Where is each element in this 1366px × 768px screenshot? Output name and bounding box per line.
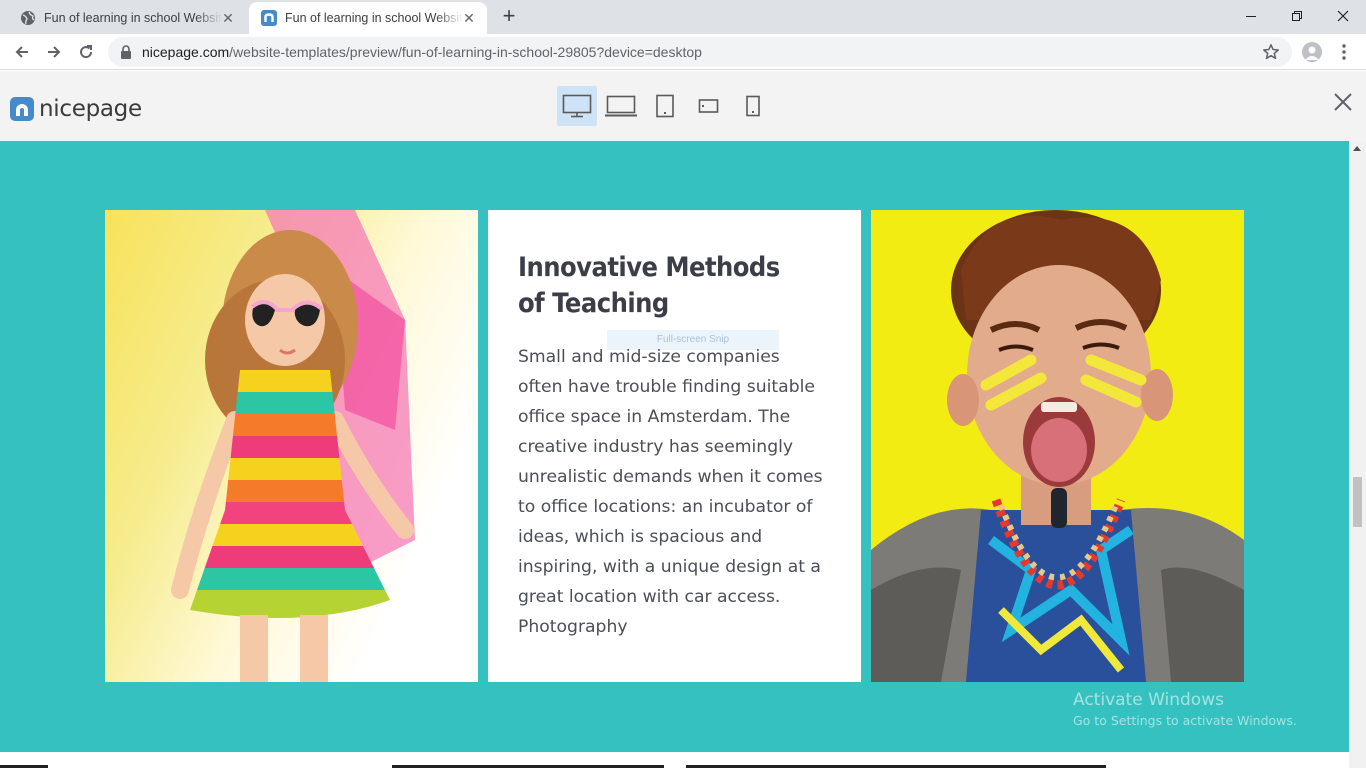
address-bar[interactable]: nicepage.com/website-templates/preview/f… [108, 37, 1292, 67]
device-phone-landscape-button[interactable] [689, 86, 729, 126]
restore-icon [1292, 11, 1302, 21]
section-caption: Photography [518, 617, 628, 637]
nicepage-logo[interactable]: nicepage [10, 96, 142, 122]
desktop-icon [562, 94, 592, 118]
more-menu-icon[interactable] [1336, 42, 1352, 62]
phone-landscape-icon [698, 99, 719, 113]
reload-icon [80, 45, 93, 59]
heading-line-1: Innovative Methods [518, 252, 780, 283]
bottom-strip [0, 752, 1349, 768]
scrollbar-thumb[interactable] [1353, 477, 1362, 527]
boy-photo [871, 210, 1244, 682]
restore-button[interactable] [1274, 0, 1320, 32]
boy-illustration [871, 210, 1244, 682]
section-heading: Innovative Methods of Teaching [518, 250, 806, 322]
bookmark-star-icon[interactable] [1262, 43, 1280, 61]
girl-illustration [171, 210, 415, 682]
watermark-line-2: Go to Settings to activate Windows. [1073, 713, 1297, 728]
user-icon [1305, 46, 1319, 60]
section-body-text: Small and mid-size companies often have … [518, 347, 823, 607]
close-icon [1337, 10, 1349, 22]
watermark-line-1: Activate Windows [1073, 690, 1224, 710]
close-window-button[interactable] [1320, 0, 1366, 32]
url-text: nicepage.com/website-templates/preview/f… [142, 44, 702, 60]
girl-photo [105, 210, 478, 682]
tab-title: Fun of learning in school Website [44, 11, 222, 25]
preview-header: nicepage [0, 71, 1366, 141]
new-tab-button[interactable]: + [497, 5, 521, 29]
device-desktop-button[interactable] [557, 86, 597, 126]
device-laptop-button[interactable] [601, 86, 641, 126]
profile-avatar[interactable] [1302, 42, 1322, 62]
scroll-up-arrow-icon[interactable] [1353, 146, 1361, 151]
lock-icon [121, 45, 131, 59]
logo-text: nicepage [39, 96, 142, 122]
browser-toolbar: nicepage.com/website-templates/preview/f… [0, 34, 1366, 70]
minimize-button[interactable] [1228, 0, 1274, 32]
tab-strip: Fun of learning in school Website ✕ Fun … [0, 0, 1366, 34]
forward-button[interactable] [41, 39, 67, 65]
arrow-right-icon [48, 46, 61, 58]
tab-close-icon[interactable]: ✕ [220, 10, 236, 26]
arrow-left-icon [15, 46, 28, 58]
device-tablet-button[interactable] [645, 86, 685, 126]
minimize-icon [1246, 16, 1256, 17]
page-scrollbar[interactable] [1349, 141, 1366, 768]
template-preview: Innovative Methods of Teaching Full-scre… [0, 141, 1349, 752]
browser-tab-1[interactable]: Fun of learning in school Website ✕ [8, 2, 246, 34]
text-card: Innovative Methods of Teaching Full-scre… [488, 210, 861, 682]
heading-line-2: of Teaching [518, 288, 669, 319]
close-preview-icon[interactable] [1331, 90, 1355, 114]
nicepage-favicon-icon [261, 10, 277, 26]
laptop-icon [605, 95, 637, 117]
reload-button[interactable] [73, 39, 99, 65]
back-button[interactable] [9, 39, 35, 65]
nicepage-logo-icon [10, 97, 34, 121]
url-path: /website-templates/preview/fun-of-learni… [229, 44, 702, 60]
globe-icon [21, 11, 35, 25]
phone-icon [746, 95, 760, 117]
device-phone-button[interactable] [733, 86, 773, 126]
activate-windows-watermark: Activate Windows Go to Settings to activ… [1073, 689, 1297, 731]
browser-tab-2[interactable]: Fun of learning in school Website ✕ [249, 2, 487, 34]
tab-close-icon[interactable]: ✕ [461, 10, 477, 26]
url-host: nicepage.com [142, 44, 230, 60]
tab-title: Fun of learning in school Website [285, 11, 463, 25]
tablet-icon [656, 94, 674, 118]
